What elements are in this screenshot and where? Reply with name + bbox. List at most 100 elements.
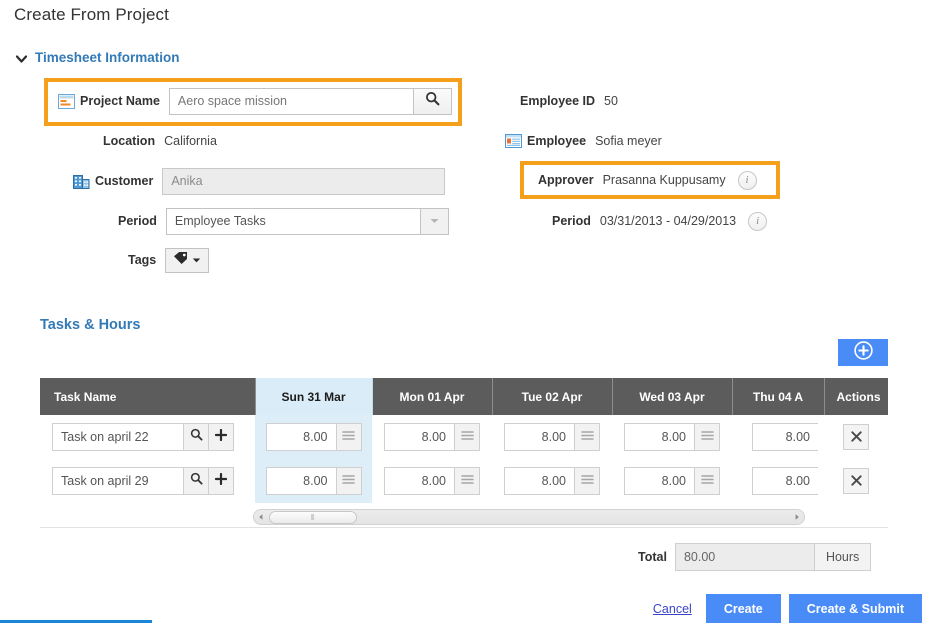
hours-input[interactable]: 8.00 xyxy=(752,423,818,451)
task-name-input[interactable]: Task on april 22 xyxy=(52,423,184,451)
tasks-hours-table: Task Name Sun 31 Mar Mon 01 Apr Tue 02 A… xyxy=(40,378,888,503)
field-label-customer: Customer xyxy=(95,174,154,188)
hours-menu-button[interactable] xyxy=(336,423,362,451)
hours-input[interactable]: 8.00 xyxy=(752,467,818,495)
task-add-button[interactable] xyxy=(209,467,234,495)
field-tags: Tags xyxy=(128,247,210,273)
section-header-tasks-hours: Tasks & Hours xyxy=(40,317,140,333)
section-title-tasks-hours: Tasks & Hours xyxy=(40,317,141,333)
cancel-button[interactable]: Cancel xyxy=(647,602,698,616)
field-label-tags: Tags xyxy=(128,253,157,267)
hours-menu-button[interactable] xyxy=(575,423,600,451)
add-row-button[interactable] xyxy=(838,339,888,366)
section-header-timesheet-information[interactable]: Timesheet Information xyxy=(15,50,180,65)
close-icon xyxy=(850,474,862,489)
column-header-thu-04-apr[interactable]: Thu 04 A xyxy=(732,378,825,415)
cell-hours-mon-01-apr: 8.00 xyxy=(372,459,492,503)
close-icon xyxy=(850,430,862,445)
hours-input[interactable]: 8.00 xyxy=(624,423,695,451)
search-icon xyxy=(190,472,203,490)
caret-right-icon[interactable] xyxy=(790,510,804,524)
plus-icon xyxy=(214,472,228,490)
delete-row-button[interactable] xyxy=(843,424,869,450)
hours-menu-button[interactable] xyxy=(455,423,480,451)
field-label-period-select: Period xyxy=(118,214,157,228)
column-header-wed-03-apr[interactable]: Wed 03 Apr xyxy=(612,378,733,415)
cell-hours-thu-04-apr: 8.00 xyxy=(732,459,824,503)
delete-row-button[interactable] xyxy=(843,468,869,494)
cell-hours-sun-31-mar: 8.00 xyxy=(255,415,372,459)
caret-left-icon[interactable] xyxy=(254,510,268,524)
hours-input[interactable]: 8.00 xyxy=(624,467,695,495)
field-value-period-range: 03/31/2013 - 04/29/2013 xyxy=(599,214,737,228)
hours-menu-button[interactable] xyxy=(455,467,480,495)
task-search-button[interactable] xyxy=(184,467,209,495)
field-label-employee-id: Employee ID xyxy=(520,94,596,108)
field-period-range: Period 03/31/2013 - 04/29/2013 i xyxy=(552,208,768,234)
table-bottom-divider xyxy=(40,527,888,528)
menu-icon xyxy=(700,428,714,446)
cell-hours-tue-02-apr: 8.00 xyxy=(492,459,612,503)
hours-menu-button[interactable] xyxy=(575,467,600,495)
cell-task-name: Task on april 22 xyxy=(40,415,255,459)
hours-menu-button[interactable] xyxy=(695,467,720,495)
hours-input[interactable]: 8.00 xyxy=(384,467,455,495)
tags-button[interactable] xyxy=(165,247,210,273)
id-card-icon xyxy=(505,133,522,149)
total-unit: Hours xyxy=(814,543,872,571)
menu-icon xyxy=(342,472,355,490)
total-row: Total 80.00 Hours xyxy=(638,543,872,571)
field-employee: Employee Sofia meyer xyxy=(505,128,662,154)
field-customer: Customer Anika xyxy=(73,167,446,195)
hours-input[interactable]: 8.00 xyxy=(504,423,575,451)
create-button[interactable]: Create xyxy=(705,594,781,623)
hours-input[interactable]: 8.00 xyxy=(384,423,455,451)
field-label-employee: Employee xyxy=(527,134,587,148)
task-add-button[interactable] xyxy=(209,423,234,451)
cell-hours-wed-03-apr: 8.00 xyxy=(612,415,732,459)
column-header-tue-02-apr[interactable]: Tue 02 Apr xyxy=(492,378,613,415)
task-name-input[interactable]: Task on april 29 xyxy=(52,467,184,495)
info-icon[interactable]: i xyxy=(748,211,768,231)
total-label: Total xyxy=(638,550,667,564)
table-header-row: Task Name Sun 31 Mar Mon 01 Apr Tue 02 A… xyxy=(40,378,888,415)
hours-menu-button[interactable] xyxy=(695,423,720,451)
field-label-project-name: Project Name xyxy=(80,94,160,108)
field-label-approver: Approver xyxy=(538,173,594,187)
tag-icon xyxy=(173,251,188,270)
menu-icon xyxy=(700,472,714,490)
project-search-button[interactable] xyxy=(413,87,452,115)
cell-task-name: Task on april 29 xyxy=(40,459,255,503)
table-horizontal-scrollbar[interactable]: ‖ xyxy=(253,509,805,525)
scrollbar-thumb[interactable]: ‖ xyxy=(269,510,357,524)
column-header-sun-31-mar[interactable]: Sun 31 Mar xyxy=(255,378,373,415)
table-row: Task on april 29 8.00 8.00 8.00 8.00 8.0… xyxy=(40,459,888,503)
chevron-down-icon xyxy=(192,251,201,269)
project-name-input[interactable]: Aero space mission xyxy=(168,87,414,115)
table-row: Task on april 22 8.00 8.00 8.00 8.00 8.0… xyxy=(40,415,888,459)
create-from-project-page: Create From Project Timesheet Informatio… xyxy=(0,0,932,624)
chevron-down-icon[interactable] xyxy=(15,52,28,65)
search-icon xyxy=(425,91,440,111)
menu-icon xyxy=(342,428,355,446)
task-search-button[interactable] xyxy=(184,423,209,451)
field-value-employee-id: 50 xyxy=(604,94,618,108)
progress-indicator xyxy=(0,620,152,623)
hours-menu-button[interactable] xyxy=(336,467,362,495)
create-and-submit-button[interactable]: Create & Submit xyxy=(788,594,922,623)
menu-icon xyxy=(580,428,594,446)
info-icon[interactable]: i xyxy=(737,170,757,190)
cell-actions xyxy=(824,459,888,503)
hours-input[interactable]: 8.00 xyxy=(265,423,337,451)
period-select-dropdown-button[interactable] xyxy=(420,207,449,235)
column-header-mon-01-apr[interactable]: Mon 01 Apr xyxy=(372,378,493,415)
period-select-value[interactable]: Employee Tasks xyxy=(165,207,421,235)
column-header-task-name[interactable]: Task Name xyxy=(40,378,256,415)
customer-input: Anika xyxy=(162,167,446,195)
hours-input[interactable]: 8.00 xyxy=(265,467,337,495)
field-label-location: Location xyxy=(103,134,156,148)
hours-input[interactable]: 8.00 xyxy=(504,467,575,495)
field-approver: Approver Prasanna Kuppusamy i xyxy=(538,167,757,193)
field-value-location: California xyxy=(164,134,217,148)
menu-icon xyxy=(460,428,474,446)
